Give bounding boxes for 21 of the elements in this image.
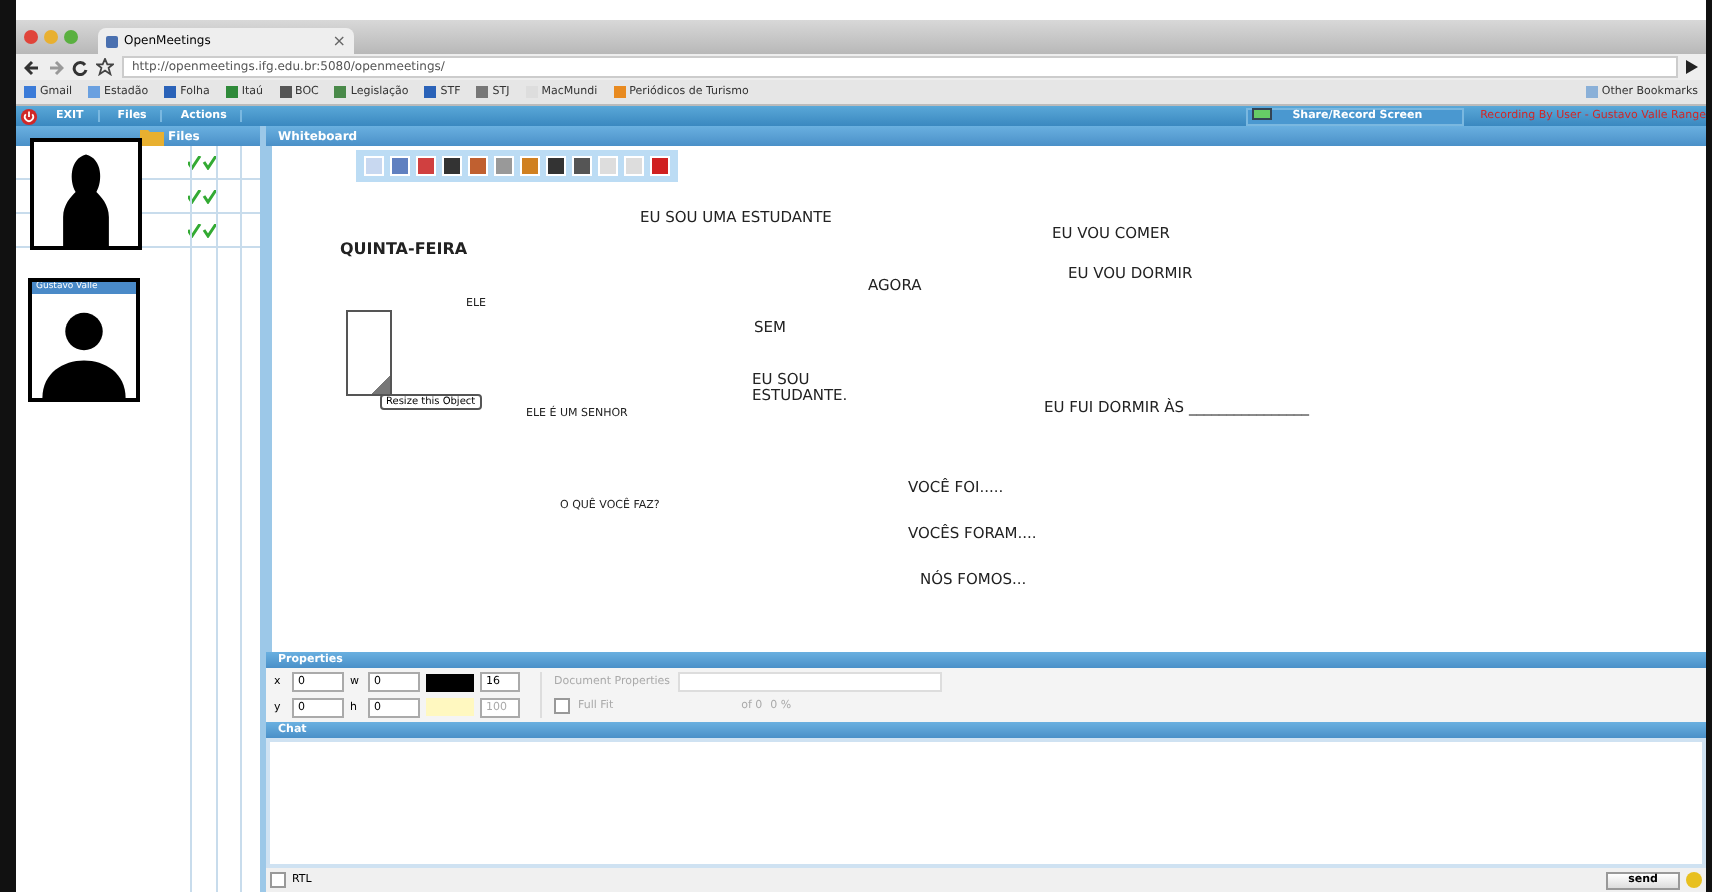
star-icon[interactable]: [96, 58, 114, 76]
monitor-icon: [1252, 108, 1273, 124]
site-icon: [106, 35, 118, 47]
input-field[interactable]: [678, 672, 943, 692]
check-icon: [188, 223, 218, 237]
zoom-window-icon[interactable]: [64, 30, 78, 44]
close-icon[interactable]: ×: [332, 32, 346, 50]
color-swatch[interactable]: [426, 698, 474, 717]
play-icon[interactable]: [1686, 60, 1698, 74]
checkbox[interactable]: [554, 698, 570, 714]
close-window-icon[interactable]: [24, 30, 38, 44]
check-icon: [188, 155, 218, 169]
check-icon: [188, 189, 218, 203]
power-icon[interactable]: [20, 107, 38, 125]
object-frame[interactable]: [346, 310, 392, 396]
back-icon[interactable]: [24, 59, 40, 75]
color-swatch[interactable]: [426, 673, 474, 692]
whiteboard-text: QUINTA-FEIRA: [340, 242, 468, 260]
checkbox[interactable]: [270, 872, 286, 888]
reload-icon[interactable]: [72, 59, 88, 75]
forward-icon[interactable]: [48, 59, 64, 75]
